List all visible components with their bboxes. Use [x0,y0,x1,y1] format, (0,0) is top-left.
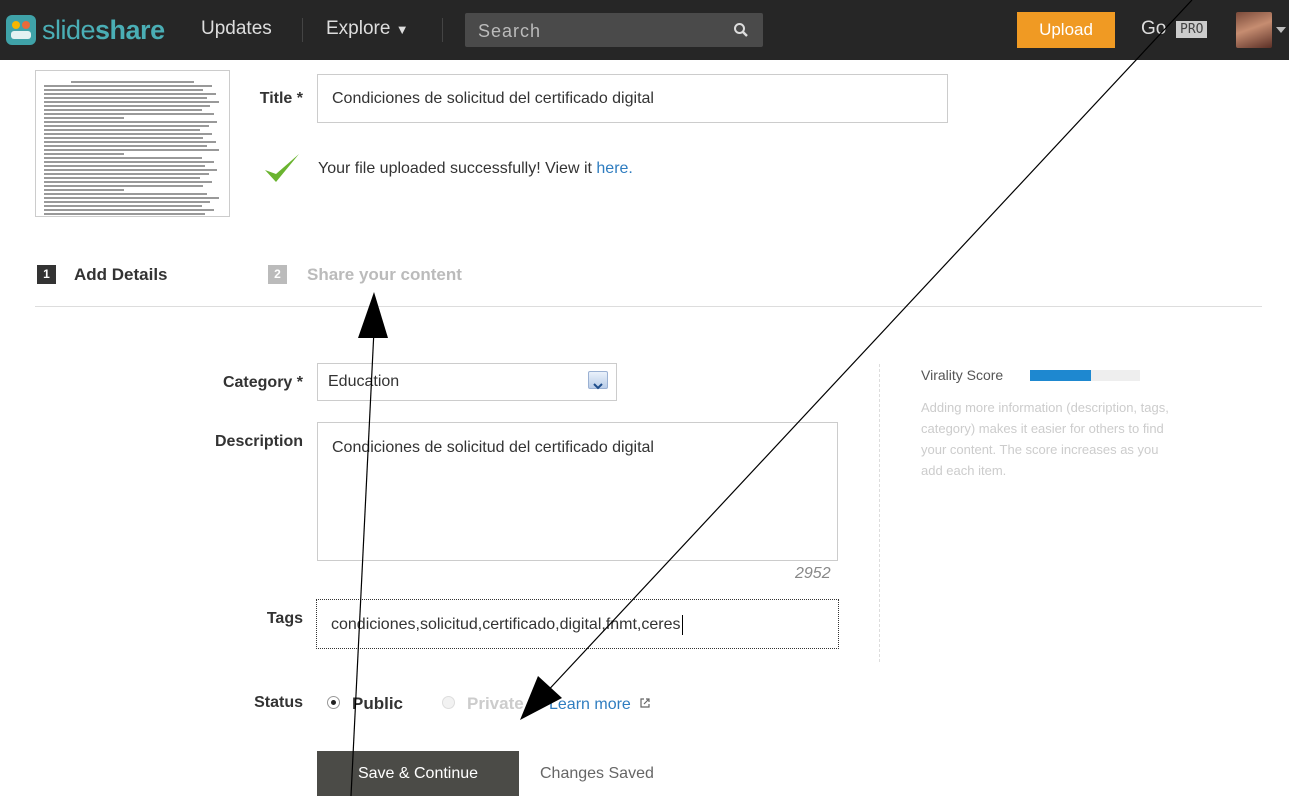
chevron-down-icon: ▼ [395,22,409,37]
search-icon[interactable] [733,22,749,38]
thumbnail-text-line [44,165,206,167]
status-public-radio[interactable] [327,696,340,709]
upload-button[interactable]: Upload [1017,12,1115,48]
thumbnail-text-line [44,93,216,95]
step-2-number: 2 [268,265,287,284]
thumbnail-text-line [44,177,200,179]
thumbnail-text-line [44,85,213,87]
go-pro-link[interactable]: Go [1141,18,1166,40]
thumbnail-text-line [44,137,204,139]
thumbnail-text-line [44,193,207,195]
nav-updates[interactable]: Updates [201,18,272,40]
tags-value: condiciones,solicitud,certificado,digita… [331,616,681,633]
virality-score-fill [1030,370,1091,381]
status-label: Status [254,694,303,711]
step-add-details[interactable]: Add Details [74,265,168,285]
thumbnail-text-line [44,181,213,183]
search-input[interactable]: Search [465,13,763,47]
learn-more-link[interactable]: Learn more [549,696,651,714]
changes-saved-status: Changes Saved [540,765,654,782]
description-label: Description [214,433,303,450]
external-link-icon [640,698,650,708]
nav-separator [442,18,443,42]
thumbnail-text-line [44,209,214,211]
thumbnail-text-line [44,169,218,171]
top-navbar: slideshare Updates Explore ▼ Search Uplo… [0,0,1289,60]
category-select[interactable]: Education [317,363,617,401]
description-field[interactable]: Condiciones de solicitud del certificado… [317,422,838,561]
thumbnail-text-line [44,161,214,163]
thumbnail-text-line [44,205,202,207]
virality-help-text: Adding more information (description, ta… [921,400,1169,478]
thumbnail-text-line [44,133,213,135]
thumbnail-text-line [44,109,202,111]
upload-success-message: Your file uploaded successfully! View it… [318,160,633,177]
checkmark-icon [265,154,299,182]
status-private-label[interactable]: Private [467,694,524,714]
thumbnail-text-line [44,105,211,107]
title-field[interactable]: Condiciones de solicitud del certificado… [317,74,948,123]
search-placeholder: Search [478,21,542,41]
thumbnail-text-line [44,173,209,175]
nav-separator [302,18,303,42]
pro-badge[interactable]: PRO [1176,21,1208,38]
thumbnail-text-line [44,145,207,147]
thumbnail-text-line [44,117,124,119]
thumbnail-text-line [44,121,218,123]
tags-label: Tags [266,610,303,627]
status-private-radio[interactable] [442,696,455,709]
arrowhead-icon [358,292,388,338]
logo-text: slideshare [42,14,165,45]
step-share-content[interactable]: Share your content [307,265,462,285]
thumbnail-text-line [44,125,209,127]
save-continue-button[interactable]: Save & Continue [317,751,519,796]
thumbnail-text-line [44,185,204,187]
view-file-link[interactable]: here. [596,160,632,177]
nav-explore[interactable]: Explore ▼ [326,18,409,40]
thumbnail-text-line [44,129,200,131]
avatar[interactable] [1236,12,1272,48]
title-label: Title * [259,90,303,107]
status-public-label[interactable]: Public [352,694,403,714]
thumbnail-text-line [44,197,220,199]
thumbnail-text-line [44,89,204,91]
tags-field[interactable]: condiciones,solicitud,certificado,digita… [316,599,839,649]
thumbnail-text-line [44,153,124,155]
section-divider [35,306,1262,307]
text-cursor [681,614,683,635]
panel-divider [879,364,880,662]
virality-score-label: Virality Score [921,367,1004,383]
thumbnail-text-line [44,101,220,103]
thumbnail-text-line [44,213,206,215]
category-label: Category * [222,374,303,391]
thumbnail-text-line [44,149,220,151]
character-counter: 2952 [795,565,831,582]
thumbnail-text-line [70,81,195,83]
thumbnail-text-line [44,201,211,203]
thumbnail-text-line [44,157,202,159]
chevron-down-icon[interactable] [588,371,608,390]
document-thumbnail [35,70,230,217]
thumbnail-text-line [44,113,214,115]
step-1-number: 1 [37,265,56,284]
slideshare-logo[interactable]: slideshare [6,12,165,48]
category-selected-value: Education [328,373,400,390]
virality-score-bar [1030,370,1140,381]
slideshare-logo-icon [6,15,36,45]
thumbnail-text-line [44,141,216,143]
thumbnail-text-line [44,189,124,191]
thumbnail-text-line [44,97,207,99]
chevron-down-icon[interactable] [1276,27,1286,33]
